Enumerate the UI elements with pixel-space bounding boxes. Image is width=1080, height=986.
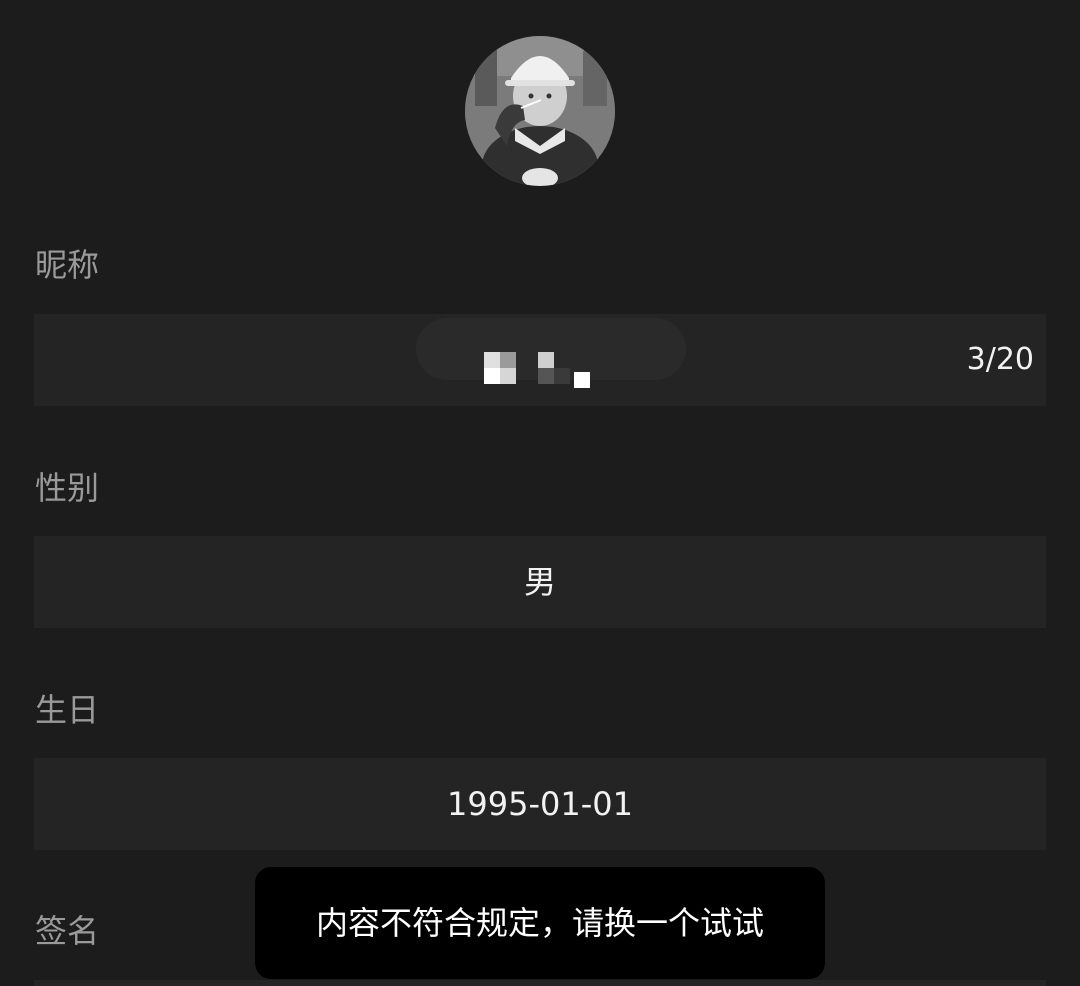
birthday-label: 生日 — [35, 691, 100, 729]
nickname-char-counter: 3/20 — [966, 342, 1034, 377]
error-toast: 内容不符合规定，请换一个试试 — [255, 867, 825, 979]
nickname-field[interactable]: 3/20 — [34, 314, 1046, 406]
birthday-value: 1995-01-01 — [447, 785, 633, 823]
gender-value: 男 — [523, 563, 556, 601]
redacted-nickname-value — [480, 348, 600, 388]
nickname-label: 昵称 — [35, 246, 100, 284]
signature-field[interactable] — [34, 980, 1046, 986]
gender-label: 性别 — [35, 469, 100, 507]
avatar[interactable] — [465, 36, 615, 186]
edit-profile-screen: 昵称 3/20 性别 男 生日 1995-01-01 签名 内容不符合规定，请换… — [0, 0, 1080, 986]
gender-field[interactable]: 男 — [34, 536, 1046, 628]
birthday-field[interactable]: 1995-01-01 — [34, 758, 1046, 850]
signature-label: 签名 — [35, 912, 100, 950]
avatar-photo-icon — [465, 36, 615, 186]
